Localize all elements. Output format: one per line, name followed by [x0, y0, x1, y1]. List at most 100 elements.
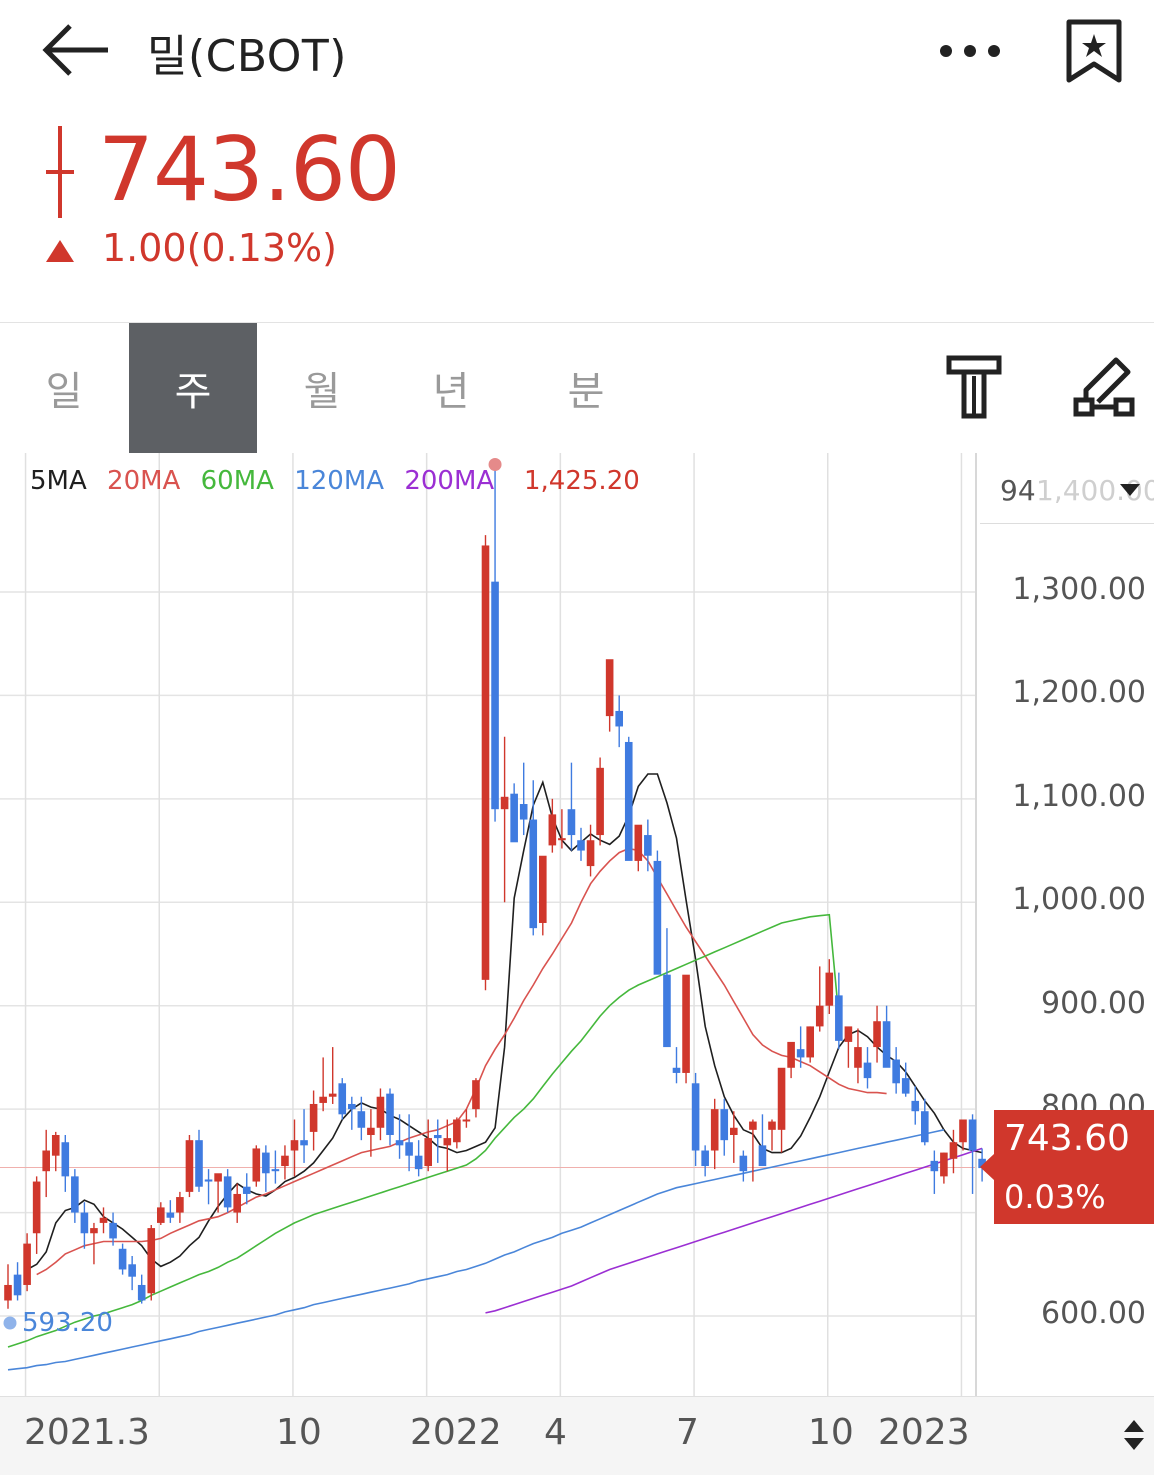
candle-body [730, 1127, 738, 1135]
candle-body [32, 1181, 41, 1234]
candle-body [176, 1197, 184, 1213]
legend-200ma: 200MA [404, 466, 495, 496]
candle-body [873, 1021, 881, 1048]
legend-60ma: 60MA [200, 466, 274, 496]
tab-minute[interactable]: 분 [522, 323, 650, 453]
back-arrow-icon[interactable] [40, 22, 112, 78]
candle-body [386, 1093, 394, 1135]
caret-down-icon[interactable] [1118, 482, 1142, 498]
candle-body [500, 796, 509, 810]
candle-body [433, 1135, 442, 1139]
candle-body [959, 1119, 967, 1143]
candle-body [548, 814, 557, 846]
chart-area[interactable] [0, 453, 1154, 1474]
scroll-updown-icon[interactable] [1122, 1418, 1146, 1452]
candle-body [185, 1140, 194, 1192]
ma-legend: 5MA 20MA 60MA 120MA 200MA [30, 466, 506, 496]
candle-body [787, 1041, 795, 1068]
candle-body [901, 1078, 910, 1094]
candle-body [796, 1049, 805, 1058]
candle-body [414, 1155, 423, 1170]
high-price-label: 1,425.20 [524, 466, 640, 496]
candle-body [710, 1109, 719, 1151]
candle-body [672, 1067, 681, 1073]
candle-body [319, 1096, 327, 1103]
candle-body [739, 1155, 748, 1172]
candle-body [309, 1103, 318, 1132]
candle-body [835, 995, 843, 1041]
candle-body [558, 838, 566, 841]
candle-body [519, 804, 528, 820]
candle-body [147, 1228, 156, 1294]
candle-body [634, 824, 643, 861]
x-axis-bar[interactable] [0, 1396, 1154, 1475]
candle-body [777, 1067, 786, 1130]
price-candle-icon [46, 126, 74, 218]
candle-body [90, 1228, 98, 1234]
candle-body [462, 1119, 471, 1122]
candle-body [758, 1145, 767, 1167]
y-tick-label: 1,200.00 [1012, 675, 1146, 711]
candle-body [271, 1169, 280, 1172]
candle-body [61, 1142, 70, 1177]
tab-month[interactable]: 월 [258, 323, 386, 453]
candle-body [615, 710, 623, 727]
x-tick-label: 4 [544, 1412, 567, 1453]
candle-body [223, 1176, 232, 1208]
candle-body [653, 860, 662, 975]
candle-body [844, 1026, 853, 1042]
candle-body [863, 1062, 872, 1079]
low-marker [3, 1316, 17, 1330]
candle-body [882, 1021, 891, 1068]
candle-body [443, 1138, 452, 1146]
candle-body [395, 1140, 404, 1146]
drawing-tool-icon[interactable] [1072, 354, 1136, 420]
candle-body [424, 1138, 432, 1167]
candle-body [348, 1103, 356, 1110]
candle-body [930, 1160, 939, 1172]
legend-20ma: 20MA [107, 466, 181, 496]
candle-body [510, 793, 518, 843]
candle-body [109, 1222, 117, 1239]
candle-body [214, 1173, 222, 1182]
candle-body [481, 545, 490, 980]
candle-body [624, 741, 633, 861]
candle-body [472, 1080, 480, 1110]
candle-body [921, 1111, 929, 1143]
candle-body [157, 1207, 165, 1223]
y-tick-label: 900.00 [1041, 985, 1146, 1021]
y-tick-label: 1,300.00 [1012, 572, 1146, 607]
more-icon[interactable] [938, 40, 1002, 62]
indicator-settings-icon[interactable] [944, 354, 1004, 420]
candle-body [13, 1274, 22, 1296]
candle-body [195, 1140, 203, 1187]
candle-body [42, 1150, 50, 1172]
candle-body [586, 840, 595, 867]
x-tick-label: 7 [676, 1412, 699, 1453]
header: 밀(CBOT) [0, 0, 1154, 100]
candle-body [768, 1121, 776, 1130]
tab-year[interactable]: 년 [387, 323, 515, 453]
candle-body [290, 1140, 299, 1151]
tab-week[interactable]: 주 [129, 323, 257, 453]
low-price-label: 593.20 [22, 1308, 113, 1338]
period-tabs: 일 주 월 년 분 [0, 323, 900, 453]
candle-body [720, 1109, 729, 1141]
bookmark-star-icon[interactable] [1064, 18, 1124, 84]
x-tick-label: 10 [808, 1412, 854, 1453]
candle-body [596, 767, 604, 836]
candle-body [749, 1121, 757, 1130]
candle-body [166, 1212, 175, 1218]
candle-body [567, 809, 576, 836]
candle-body [128, 1264, 136, 1277]
candle-body [453, 1119, 461, 1143]
candle-body [281, 1155, 289, 1167]
candle-body [242, 1186, 251, 1194]
candle-body [644, 835, 652, 856]
tab-day[interactable]: 일 [0, 323, 128, 453]
up-triangle-icon [46, 240, 74, 262]
x-tick-label: 2022 [410, 1412, 502, 1453]
candle-body [682, 974, 690, 1073]
candlestick-chart[interactable] [0, 453, 1154, 1474]
candle-body [51, 1135, 60, 1156]
